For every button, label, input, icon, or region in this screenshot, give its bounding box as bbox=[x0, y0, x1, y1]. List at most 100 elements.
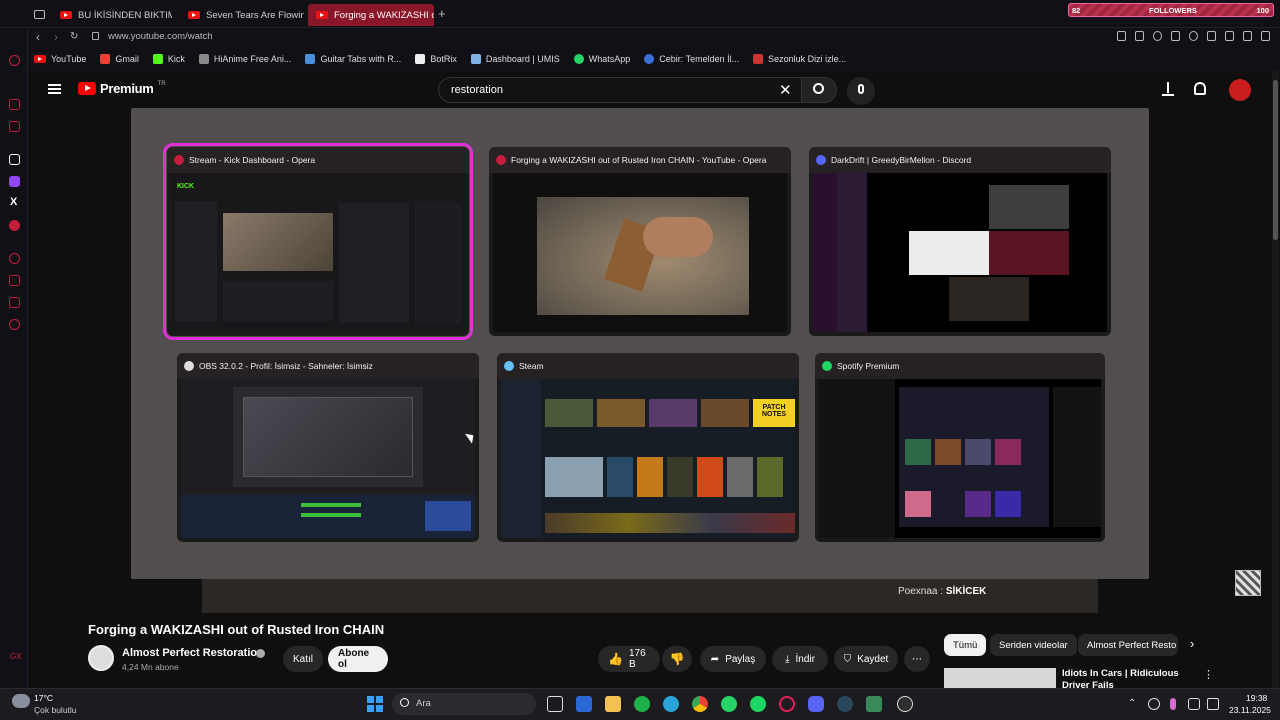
join-button[interactable]: Katıl bbox=[283, 646, 323, 672]
sidebar-clock-icon[interactable] bbox=[9, 253, 20, 264]
youtube-logo[interactable]: Premium TR bbox=[78, 81, 166, 96]
reload-icon[interactable]: ↻ bbox=[70, 31, 78, 42]
sidebar-bookmarks-icon[interactable] bbox=[9, 275, 20, 286]
like-button[interactable]: 👍 176 B bbox=[598, 646, 660, 672]
spotify-taskbar-icon[interactable] bbox=[750, 696, 766, 712]
obs-taskbar-icon[interactable] bbox=[897, 696, 913, 712]
weather-temp[interactable]: 17°C bbox=[34, 693, 53, 703]
start-button-icon[interactable] bbox=[367, 696, 383, 712]
chrome-icon[interactable] bbox=[692, 696, 708, 712]
snapshot-icon[interactable] bbox=[1135, 31, 1144, 41]
dislike-button[interactable]: 👎 bbox=[662, 646, 692, 672]
pin-icon[interactable] bbox=[1117, 31, 1126, 41]
bookmark-guitar-tabs[interactable]: Guitar Tabs with R... bbox=[305, 54, 401, 64]
tab-3-active[interactable]: Forging a WAKIZASHI out... bbox=[308, 4, 434, 26]
steam-taskbar-icon[interactable] bbox=[837, 696, 853, 712]
search-input[interactable]: restoration bbox=[438, 77, 802, 103]
account-avatar[interactable] bbox=[1229, 79, 1251, 101]
chips-next-icon[interactable]: › bbox=[1190, 636, 1194, 651]
heart-icon[interactable] bbox=[1189, 31, 1198, 41]
tab-2[interactable]: Seven Tears Are Flowing... bbox=[180, 4, 304, 26]
xbox-icon[interactable] bbox=[634, 696, 650, 712]
tab-1[interactable]: BU İKİSİNDEN BIKTIM UL... bbox=[52, 4, 172, 26]
bookmark-youtube[interactable]: YouTube bbox=[34, 54, 86, 64]
new-tab-button[interactable]: + bbox=[438, 6, 446, 21]
bookmark-umis[interactable]: Dashboard | UMIS bbox=[470, 54, 560, 64]
kick-logo: KICK bbox=[177, 183, 195, 190]
mic-tray-icon[interactable] bbox=[1170, 698, 1176, 710]
sidebar-messenger-icon[interactable] bbox=[9, 99, 20, 110]
subscribe-button[interactable]: Abone ol bbox=[328, 646, 388, 672]
scrollbar[interactable] bbox=[1272, 70, 1279, 688]
up-next-more-icon[interactable]: ⋮ bbox=[1203, 668, 1214, 681]
bookmark-whatsapp[interactable]: WhatsApp bbox=[573, 54, 630, 64]
sidebar-history-icon[interactable] bbox=[9, 55, 20, 66]
weather-icon[interactable] bbox=[12, 694, 30, 708]
player-icon[interactable] bbox=[1171, 31, 1180, 41]
channel-avatar[interactable] bbox=[88, 645, 114, 671]
sidebar-app-icon[interactable] bbox=[9, 121, 20, 132]
task-view-icon[interactable] bbox=[547, 696, 563, 712]
extensions-icon[interactable] bbox=[1207, 31, 1216, 41]
bookmark-gmail[interactable]: Gmail bbox=[100, 54, 139, 64]
discord-taskbar-icon[interactable] bbox=[808, 696, 824, 712]
chip-series-videos[interactable]: Seriden videolar bbox=[990, 634, 1077, 656]
window-card-spotify[interactable]: Spotify Premium bbox=[815, 353, 1105, 542]
vpn-icon[interactable] bbox=[1153, 31, 1162, 41]
voice-search-button[interactable] bbox=[847, 77, 875, 105]
clock-date[interactable]: 23.11.2025 bbox=[1229, 705, 1271, 715]
shield-tray-icon[interactable] bbox=[1188, 698, 1200, 710]
share-button[interactable]: ➦ Paylaş bbox=[700, 646, 766, 672]
channel-name[interactable]: Almost Perfect Restoration bbox=[122, 647, 264, 659]
bookmark-hianime[interactable]: HiAnime Free Ani... bbox=[198, 54, 291, 64]
window-card-kick[interactable]: Stream - Kick Dashboard - Opera KICK bbox=[163, 143, 473, 340]
network-icon[interactable] bbox=[1148, 698, 1160, 710]
sidebar-x-icon[interactable]: X bbox=[10, 196, 17, 208]
sidebar-more-icon[interactable]: GX bbox=[10, 652, 22, 661]
bookmark-botrix[interactable]: BotRix bbox=[415, 54, 457, 64]
chip-channel[interactable]: Almost Perfect Resto bbox=[1078, 634, 1178, 656]
window-card-youtube[interactable]: Forging a WAKIZASHI out of Rusted Iron C… bbox=[489, 147, 791, 336]
clock-time[interactable]: 19:38 bbox=[1246, 693, 1267, 703]
edge-icon[interactable] bbox=[663, 696, 679, 712]
save-button[interactable]: ⛉ Kaydet bbox=[834, 646, 898, 672]
bookmark-dizi[interactable]: Sezonluk Dizi izle... bbox=[753, 54, 846, 64]
sidebar-settings-icon[interactable] bbox=[9, 319, 20, 330]
window-card-discord[interactable]: DarkDrift | GreedyBirMellon - Discord bbox=[809, 147, 1111, 336]
wallet-icon[interactable] bbox=[1225, 31, 1234, 41]
hamburger-menu-icon[interactable] bbox=[48, 84, 61, 94]
window-card-steam[interactable]: Steam PATCH NOTES bbox=[497, 353, 799, 542]
window-card-obs[interactable]: OBS 32.0.2 - Profil: İsimsiz - Sahneler:… bbox=[177, 353, 479, 542]
file-explorer-icon[interactable] bbox=[605, 696, 621, 712]
menu-icon[interactable] bbox=[1261, 31, 1270, 41]
up-next-thumbnail[interactable] bbox=[944, 668, 1056, 688]
sidebar-extensions-icon[interactable] bbox=[9, 297, 20, 308]
weather-desc: Çok bulutlu bbox=[34, 705, 77, 715]
sidebar-twitch-icon[interactable] bbox=[9, 176, 20, 187]
video-player[interactable]: Poexnaa : SİKİCEK bbox=[202, 579, 1098, 613]
tray-chevron-icon[interactable]: ⌃ bbox=[1128, 698, 1136, 709]
whatsapp-taskbar-icon[interactable] bbox=[721, 696, 737, 712]
app-taskbar-icon[interactable] bbox=[866, 696, 882, 712]
back-icon[interactable]: ‹ bbox=[36, 30, 40, 44]
clear-search-icon[interactable]: ✕ bbox=[779, 81, 792, 99]
forward-icon[interactable]: › bbox=[54, 30, 58, 44]
chip-all[interactable]: Tümü bbox=[944, 634, 987, 656]
up-next-title[interactable]: Idiots In Cars | Ridiculous Driver Fails bbox=[1062, 668, 1202, 688]
bookmark-kick[interactable]: Kick bbox=[152, 54, 185, 64]
opera-gx-taskbar-icon[interactable] bbox=[779, 696, 795, 712]
download-icon[interactable] bbox=[1243, 31, 1252, 41]
sidebar-ai-icon[interactable] bbox=[9, 154, 20, 165]
speaker-icon[interactable] bbox=[1207, 698, 1219, 710]
notifications-bell-icon[interactable] bbox=[1194, 82, 1206, 95]
url-field[interactable]: www.youtube.com/watch bbox=[108, 31, 213, 42]
tab-overview-icon[interactable] bbox=[34, 10, 45, 19]
bookmark-cebir[interactable]: Cebir: Temelden İl... bbox=[644, 54, 739, 64]
sidebar-ext-icon[interactable] bbox=[9, 220, 20, 231]
download-button[interactable]: ⤓ İndir bbox=[772, 646, 828, 672]
search-button[interactable] bbox=[801, 77, 837, 103]
upload-icon[interactable] bbox=[1162, 82, 1174, 96]
store-icon[interactable] bbox=[576, 696, 592, 712]
taskbar-search[interactable]: Ara bbox=[392, 693, 536, 715]
more-actions-button[interactable]: ⋯ bbox=[904, 646, 930, 672]
